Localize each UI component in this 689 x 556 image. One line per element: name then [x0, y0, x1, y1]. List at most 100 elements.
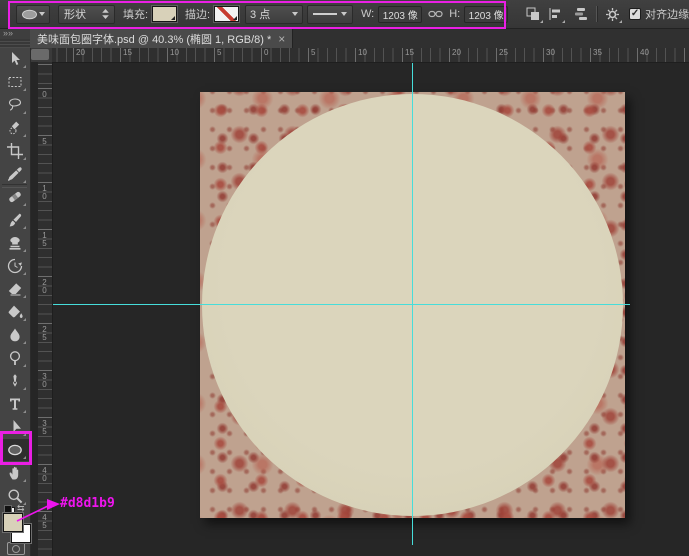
eraser-tool[interactable] — [0, 278, 29, 300]
path-arrangement-icon — [574, 7, 588, 21]
dodge-tool[interactable] — [0, 347, 29, 369]
path-selection-tool-icon — [7, 419, 23, 435]
document-tab[interactable]: 美味面包圈字体.psd @ 40.3% (椭圆 1, RGB/8) * × — [30, 28, 293, 48]
quick-mask-button[interactable] — [7, 542, 25, 555]
ellipse-tool-icon — [7, 442, 23, 458]
shape-width-field[interactable]: 1203 像 — [378, 6, 422, 23]
tool-mode-select[interactable]: 形状 — [58, 5, 115, 24]
color-note-text: #d8d1b9 — [60, 496, 115, 511]
fill-label: 填充: — [123, 6, 148, 22]
paint-bucket-tool[interactable] — [0, 301, 29, 323]
height-label: H: — [449, 8, 460, 20]
tool-panel-header[interactable]: »» — [0, 28, 30, 48]
ruler-v-label: 35 — [40, 419, 48, 435]
rectangular-marquee-tool[interactable] — [0, 71, 29, 93]
shape-height-field[interactable]: 1203 像 — [464, 6, 508, 23]
document-tab-bar: 美味面包圈字体.psd @ 40.3% (椭圆 1, RGB/8) * × — [30, 28, 689, 48]
ruler-h-label: 25 — [499, 48, 508, 57]
tool-preset-picker[interactable] — [16, 5, 50, 24]
ruler-origin-corner[interactable] — [30, 48, 52, 62]
history-brush-tool[interactable] — [0, 255, 29, 277]
link-wh-icon[interactable] — [428, 9, 443, 19]
stroke-label: 描边: — [185, 6, 210, 22]
path-arrangement-button[interactable] — [570, 4, 592, 24]
spot-healing-brush-tool-icon — [7, 189, 23, 205]
ruler-v-label: 25 — [40, 325, 48, 341]
ruler-h-label: 20 — [76, 48, 85, 57]
gear-icon — [605, 7, 620, 22]
zoom-tool[interactable] — [0, 485, 29, 507]
horizontal-guide[interactable] — [52, 304, 630, 305]
updown-caret-icon — [102, 9, 109, 19]
stroke-type-combo[interactable] — [307, 5, 353, 24]
ruler-h-label: 10 — [170, 48, 179, 57]
swatch-caret-icon — [171, 16, 175, 20]
ruler-v-label: 15 — [40, 231, 48, 247]
type-tool[interactable] — [0, 393, 29, 415]
ruler-h-label: 0 — [264, 48, 268, 57]
rectangular-marquee-tool-icon — [7, 74, 23, 90]
zoom-tool-icon — [7, 488, 23, 504]
blur-tool-icon — [7, 327, 23, 343]
history-brush-tool-icon — [7, 258, 23, 274]
ellipse-tool[interactable] — [0, 439, 29, 461]
stroke-width-combo[interactable]: 3 点 — [245, 5, 303, 24]
collapse-panel-icon[interactable]: »» — [3, 28, 13, 38]
path-operations-button[interactable] — [522, 4, 544, 24]
pen-tool[interactable] — [0, 370, 29, 392]
solid-line-icon — [313, 13, 337, 15]
quick-selection-tool[interactable] — [0, 117, 29, 139]
align-edges-label: 对齐边缘 — [645, 6, 689, 22]
horizontal-ruler[interactable]: 20151050510152025303540 — [52, 48, 689, 63]
ruler-h-label: 20 — [452, 48, 461, 57]
tool-panel: ⇆ — [0, 48, 31, 556]
fill-swatch[interactable] — [152, 6, 177, 22]
pen-tool-icon — [7, 373, 23, 389]
caret-down-icon — [39, 12, 45, 16]
caret-down-icon — [292, 12, 298, 16]
shape-width-value: 1203 像 — [383, 7, 418, 22]
vertical-ruler[interactable]: 051015202530354045 — [38, 62, 53, 556]
close-tab-icon[interactable]: × — [278, 33, 285, 45]
eyedropper-tool[interactable] — [0, 163, 29, 185]
lasso-tool[interactable] — [0, 94, 29, 116]
path-alignment-button[interactable] — [544, 4, 566, 24]
swatch-caret-icon — [233, 16, 237, 20]
panel-grip — [0, 39, 30, 48]
foreground-color-swatch[interactable] — [3, 513, 23, 532]
shape-height-value: 1203 像 — [469, 7, 504, 22]
eyedropper-tool-icon — [7, 166, 23, 182]
brush-tool-icon — [7, 212, 23, 228]
quick-selection-tool-icon — [7, 120, 23, 136]
stroke-swatch-no-color[interactable] — [214, 6, 239, 22]
vertical-guide[interactable] — [412, 58, 413, 545]
hand-tool-icon — [7, 465, 23, 481]
ruler-h-label: 40 — [640, 48, 649, 57]
move-tool[interactable] — [0, 48, 29, 70]
brush-tool[interactable] — [0, 209, 29, 231]
move-tool-icon — [7, 51, 23, 67]
options-bar: 形状 填充: 描边: 3 点 W: 1203 像 H: 1203 像 — [0, 0, 689, 29]
ruler-h-label: 15 — [123, 48, 132, 57]
blur-tool[interactable] — [0, 324, 29, 346]
clone-stamp-tool[interactable] — [0, 232, 29, 254]
geometry-options-button[interactable] — [601, 4, 623, 24]
path-selection-tool[interactable] — [0, 416, 29, 438]
crop-tool[interactable] — [0, 140, 29, 162]
align-edges-checkbox[interactable] — [629, 8, 641, 20]
document-title: 美味面包圈字体.psd @ 40.3% (椭圆 1, RGB/8) * — [37, 31, 271, 47]
ruler-v-label: 5 — [40, 137, 48, 145]
dodge-tool-icon — [7, 350, 23, 366]
ruler-h-label: 35 — [593, 48, 602, 57]
stroke-width-value: 3 点 — [250, 6, 270, 22]
divider — [596, 6, 597, 22]
eraser-tool-icon — [7, 281, 23, 297]
ruler-h-label: 5 — [311, 48, 315, 57]
width-label: W: — [361, 8, 374, 20]
spot-healing-brush-tool[interactable] — [0, 186, 29, 208]
ruler-v-label: 20 — [40, 278, 48, 294]
ruler-v-label: 40 — [40, 466, 48, 482]
ruler-h-label: 15 — [405, 48, 414, 57]
path-alignment-icon — [548, 7, 562, 21]
hand-tool[interactable] — [0, 462, 29, 484]
